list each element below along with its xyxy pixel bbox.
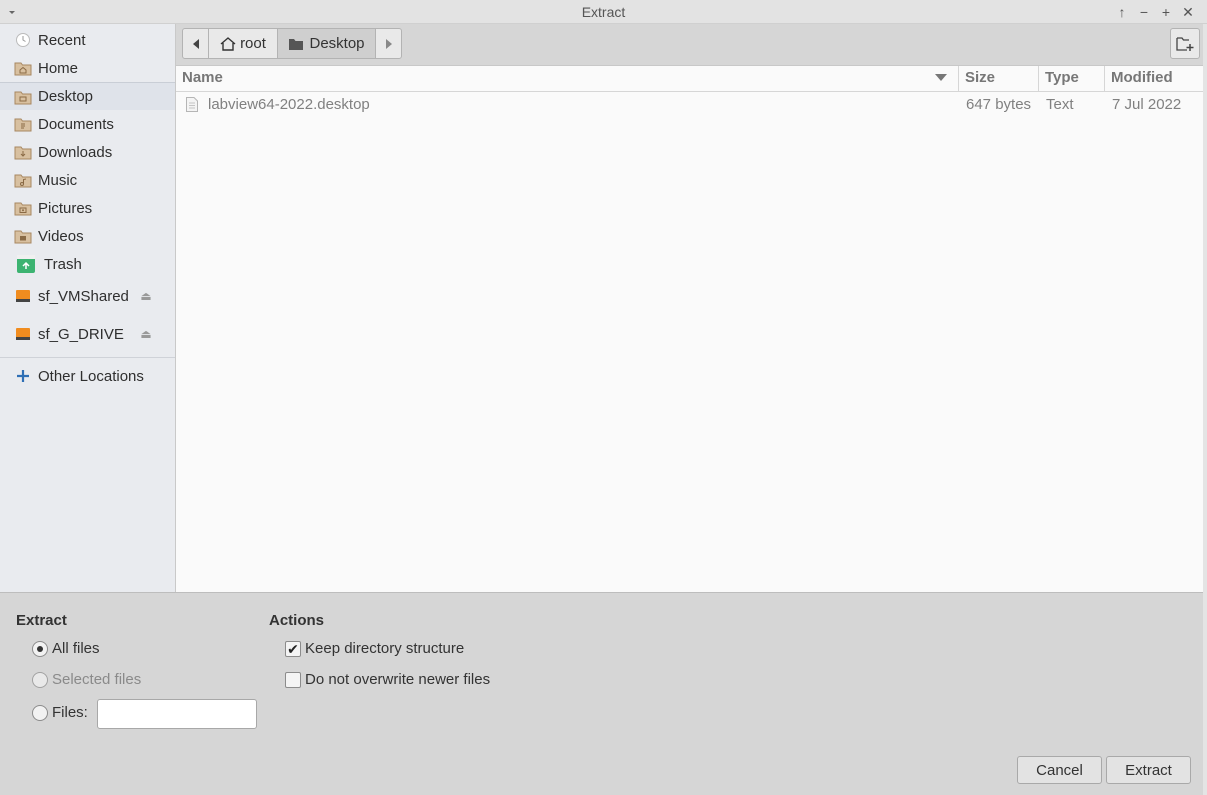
title-bar: Extract ↑ − + ✕	[0, 0, 1207, 24]
sidebar-item-label: Videos	[38, 227, 84, 245]
file-modified: 7 Jul 2022	[1112, 96, 1182, 113]
sidebar-item-label: Recent	[38, 31, 86, 49]
sidebar-item-music[interactable]: Music	[0, 166, 175, 194]
keep-structure-label: Keep directory structure	[305, 640, 465, 657]
file-size: 647 bytes	[966, 96, 1032, 113]
sidebar-item-label: sf_G_DRIVE	[38, 325, 124, 343]
home-icon	[220, 36, 236, 51]
new-folder-button[interactable]	[1170, 28, 1200, 59]
sidebar-item-downloads[interactable]: Downloads	[0, 138, 175, 166]
arrow-right-icon	[385, 38, 392, 49]
file-type: Text	[1046, 96, 1074, 113]
path-forward-button[interactable]	[376, 29, 401, 58]
sidebar-item-sf-g-drive[interactable]: sf_G_DRIVE ⏏	[0, 320, 175, 348]
eject-icon[interactable]: ⏏	[139, 289, 153, 303]
close-icon[interactable]: ✕	[1179, 3, 1197, 21]
home-folder-icon	[14, 59, 32, 77]
selected-files-radio[interactable]	[32, 672, 48, 688]
eject-icon[interactable]: ⏏	[139, 327, 153, 341]
clock-icon	[14, 31, 32, 49]
files-pattern-radio[interactable]	[32, 705, 48, 721]
file-name: labview64-2022.desktop	[208, 96, 370, 113]
path-back-button[interactable]	[183, 29, 209, 58]
all-files-label: All files	[52, 640, 100, 657]
window-edge	[1203, 24, 1207, 795]
sidebar-item-label: Desktop	[38, 88, 94, 105]
places-sidebar: Recent Home Desktop Documents Downloads …	[0, 24, 176, 592]
sidebar-divider	[0, 357, 175, 358]
extract-group-title: Extract	[16, 612, 67, 629]
sidebar-item-documents[interactable]: Documents	[0, 110, 175, 138]
column-header-size[interactable]: Size	[958, 66, 1038, 92]
files-pattern-label: Files:	[52, 704, 88, 721]
column-header-label: Modified	[1111, 69, 1173, 86]
sidebar-item-label: Other Locations	[38, 367, 144, 385]
path-bar: root Desktop	[182, 28, 402, 59]
sidebar-item-other-locations[interactable]: Other Locations	[0, 362, 175, 390]
cancel-button[interactable]: Cancel	[1017, 756, 1102, 784]
sidebar-item-label: Home	[38, 59, 79, 77]
desktop-folder-icon	[14, 88, 32, 106]
downloads-folder-icon	[14, 143, 32, 161]
path-segment-label: Desktop	[309, 35, 365, 52]
videos-folder-icon	[14, 227, 32, 245]
text-file-icon	[186, 97, 198, 112]
keep-above-icon[interactable]: ↑	[1113, 3, 1131, 21]
all-files-radio[interactable]	[32, 641, 48, 657]
sidebar-item-label: Trash	[44, 255, 82, 273]
folder-icon	[289, 38, 304, 50]
sidebar-item-home[interactable]: Home	[0, 54, 175, 82]
sidebar-item-label: Downloads	[38, 143, 113, 161]
plus-icon	[14, 367, 32, 385]
new-folder-icon	[1176, 36, 1194, 51]
arrow-left-icon	[192, 38, 199, 49]
drive-icon	[14, 325, 32, 343]
table-row[interactable]: labview64-2022.desktop 647 bytes Text 7 …	[176, 92, 1203, 119]
path-segment-root[interactable]: root	[209, 29, 278, 58]
column-header-label: Type	[1045, 69, 1079, 86]
documents-folder-icon	[14, 115, 32, 133]
extract-button[interactable]: Extract	[1106, 756, 1191, 784]
music-folder-icon	[14, 171, 32, 189]
column-header-name[interactable]: Name	[176, 66, 958, 92]
sidebar-item-desktop[interactable]: Desktop	[0, 82, 175, 110]
pictures-folder-icon	[14, 199, 32, 217]
sidebar-item-trash[interactable]: Trash	[0, 250, 175, 278]
column-header-label: Size	[965, 69, 996, 86]
path-segment-desktop[interactable]: Desktop	[278, 29, 376, 58]
no-overwrite-checkbox[interactable]	[285, 672, 301, 688]
minimize-icon[interactable]: −	[1135, 3, 1153, 21]
sidebar-item-label: Documents	[38, 115, 114, 133]
selected-files-label: Selected files	[52, 671, 142, 688]
file-list[interactable]: Name Size Type Modified labview64-2022.d…	[176, 65, 1203, 592]
sidebar-item-recent[interactable]: Recent	[0, 26, 175, 54]
column-header-modified[interactable]: Modified	[1104, 66, 1203, 92]
extract-options-panel: Extract All files Selected files Files: …	[0, 592, 1203, 795]
actions-group-title: Actions	[269, 612, 325, 629]
sidebar-item-label: Pictures	[38, 199, 93, 217]
column-header-type[interactable]: Type	[1038, 66, 1104, 92]
sidebar-item-sf-vmshared[interactable]: sf_VMShared ⏏	[0, 282, 175, 310]
maximize-icon[interactable]: +	[1157, 3, 1175, 21]
column-header-label: Name	[182, 69, 223, 86]
drive-icon	[14, 287, 32, 305]
keep-structure-checkbox[interactable]: ✔	[285, 641, 301, 657]
sidebar-item-videos[interactable]: Videos	[0, 222, 175, 250]
sidebar-item-label: Music	[38, 171, 78, 189]
path-segment-label: root	[240, 35, 266, 52]
sidebar-item-label: sf_VMShared	[38, 287, 129, 305]
sort-descending-icon	[935, 74, 947, 81]
no-overwrite-label: Do not overwrite newer files	[305, 671, 491, 688]
files-pattern-input[interactable]	[97, 699, 257, 729]
sidebar-item-pictures[interactable]: Pictures	[0, 194, 175, 222]
window-title: Extract	[581, 4, 626, 20]
trash-icon	[16, 254, 36, 274]
